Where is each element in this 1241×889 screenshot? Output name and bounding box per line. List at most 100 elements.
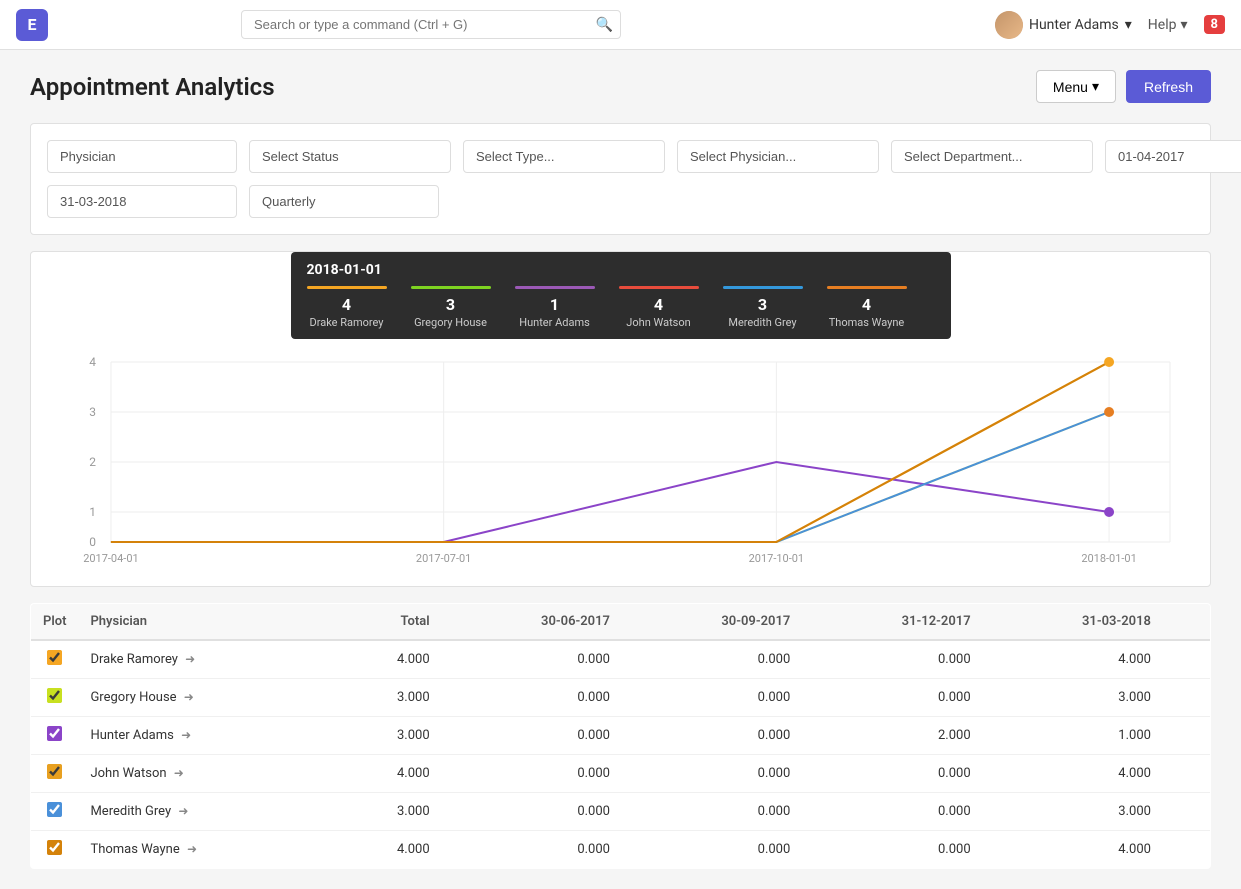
row-actions: [1163, 717, 1211, 755]
filter-row-1: [47, 140, 1194, 173]
line-thomas: [111, 362, 1109, 542]
physician-cell: John Watson ➜: [78, 755, 331, 793]
physician-cell: Gregory House ➜: [78, 679, 331, 717]
filter-row-2: [47, 185, 1194, 218]
tooltip-color-thomas: [827, 286, 907, 289]
col-plot: Plot: [31, 604, 79, 641]
user-name: Hunter Adams: [1029, 17, 1119, 33]
col-actions: [1163, 604, 1211, 641]
col-date3: 31-12-2017: [802, 604, 982, 641]
date1-cell: 0.000: [442, 717, 622, 755]
status-filter[interactable]: [249, 140, 451, 173]
total-cell: 3.000: [332, 717, 442, 755]
date4-cell: 4.000: [983, 831, 1163, 869]
line-chart: 4 3 2 1 0 2017-04-01 2017-07-01 2017-10-…: [51, 352, 1190, 572]
chart-tooltip: 2018-01-01 4 Drake Ramorey 3 Gregory Hou…: [291, 252, 951, 339]
total-cell: 4.000: [332, 640, 442, 679]
plot-cell[interactable]: [31, 640, 79, 679]
physician-cell: Thomas Wayne ➜: [78, 831, 331, 869]
date-to-filter[interactable]: [47, 185, 237, 218]
plot-cell[interactable]: [31, 679, 79, 717]
line-drake: [111, 362, 1109, 542]
point-drake-end: [1104, 357, 1114, 367]
table-row: John Watson ➜ 4.000 0.000 0.000 0.000 4.…: [31, 755, 1211, 793]
tooltip-drake: 4 Drake Ramorey: [307, 286, 387, 329]
date4-cell: 4.000: [983, 755, 1163, 793]
table-row: Meredith Grey ➜ 3.000 0.000 0.000 0.000 …: [31, 793, 1211, 831]
refresh-button[interactable]: Refresh: [1126, 70, 1211, 103]
tooltip-meredith: 3 Meredith Grey: [723, 286, 803, 329]
total-cell: 4.000: [332, 755, 442, 793]
physician-link-icon[interactable]: ➜: [185, 652, 195, 666]
row-actions: [1163, 640, 1211, 679]
tooltip-gregory: 3 Gregory House: [411, 286, 491, 329]
user-area[interactable]: Hunter Adams ▾: [995, 11, 1132, 39]
date3-cell: 0.000: [802, 793, 982, 831]
page-header: Appointment Analytics Menu ▾ Refresh: [30, 70, 1211, 103]
table-row: Gregory House ➜ 3.000 0.000 0.000 0.000 …: [31, 679, 1211, 717]
notification-badge[interactable]: 8: [1204, 15, 1225, 34]
tooltip-date: 2018-01-01: [307, 262, 935, 278]
date2-cell: 0.000: [622, 793, 802, 831]
physician-link-icon[interactable]: ➜: [184, 690, 194, 704]
row-actions: [1163, 755, 1211, 793]
physician-link-icon[interactable]: ➜: [178, 804, 188, 818]
col-date4: 31-03-2018: [983, 604, 1163, 641]
type-filter[interactable]: [463, 140, 665, 173]
date2-cell: 0.000: [622, 640, 802, 679]
search-icon: 🔍: [596, 17, 613, 33]
user-chevron-icon: ▾: [1125, 17, 1132, 33]
tooltip-hunter: 1 Hunter Adams: [515, 286, 595, 329]
date4-cell: 3.000: [983, 679, 1163, 717]
svg-text:3: 3: [89, 405, 96, 419]
date2-cell: 0.000: [622, 831, 802, 869]
svg-text:2018-01-01: 2018-01-01: [1081, 552, 1136, 565]
search-input[interactable]: [241, 10, 621, 39]
row-actions: [1163, 679, 1211, 717]
avatar: [995, 11, 1023, 39]
date-from-filter[interactable]: [1105, 140, 1241, 173]
physician2-filter[interactable]: [677, 140, 879, 173]
help-button[interactable]: Help ▾: [1148, 17, 1188, 33]
svg-text:2: 2: [89, 455, 96, 469]
department-filter[interactable]: [891, 140, 1093, 173]
tooltip-physicians: 4 Drake Ramorey 3 Gregory House 1 Hunter…: [307, 286, 935, 329]
total-cell: 3.000: [332, 793, 442, 831]
app-icon[interactable]: E: [16, 9, 48, 41]
header-actions: Menu ▾ Refresh: [1036, 70, 1211, 103]
date3-cell: 2.000: [802, 717, 982, 755]
line-gregory: [111, 412, 1109, 542]
point-gregory-end: [1104, 407, 1114, 417]
tooltip-thomas: 4 Thomas Wayne: [827, 286, 907, 329]
plot-cell[interactable]: [31, 755, 79, 793]
svg-text:1: 1: [89, 505, 96, 519]
physician-link-icon[interactable]: ➜: [174, 766, 184, 780]
date1-cell: 0.000: [442, 640, 622, 679]
date1-cell: 0.000: [442, 831, 622, 869]
svg-text:2017-07-01: 2017-07-01: [416, 552, 471, 565]
menu-button[interactable]: Menu ▾: [1036, 70, 1116, 103]
date4-cell: 4.000: [983, 640, 1163, 679]
col-physician: Physician: [78, 604, 331, 641]
page-content: Appointment Analytics Menu ▾ Refresh 201…: [0, 50, 1241, 889]
svg-text:0: 0: [89, 535, 96, 549]
plot-cell[interactable]: [31, 793, 79, 831]
plot-cell[interactable]: [31, 831, 79, 869]
plot-cell[interactable]: [31, 717, 79, 755]
physician-link-icon[interactable]: ➜: [187, 842, 197, 856]
data-table: Plot Physician Total 30-06-2017 30-09-20…: [30, 603, 1211, 869]
period-filter[interactable]: [249, 185, 439, 218]
physician-cell: Hunter Adams ➜: [78, 717, 331, 755]
page-title: Appointment Analytics: [30, 73, 275, 101]
row-actions: [1163, 793, 1211, 831]
table-row: Thomas Wayne ➜ 4.000 0.000 0.000 0.000 4…: [31, 831, 1211, 869]
point-hunter-end: [1104, 507, 1114, 517]
physician-filter[interactable]: [47, 140, 237, 173]
topnav: E 🔍 Hunter Adams ▾ Help ▾ 8: [0, 0, 1241, 50]
physician-link-icon[interactable]: ➜: [181, 728, 191, 742]
date4-cell: 1.000: [983, 717, 1163, 755]
date3-cell: 0.000: [802, 755, 982, 793]
nav-right: Hunter Adams ▾ Help ▾ 8: [995, 11, 1225, 39]
tooltip-color-hunter: [515, 286, 595, 289]
svg-text:2017-10-01: 2017-10-01: [749, 552, 804, 565]
